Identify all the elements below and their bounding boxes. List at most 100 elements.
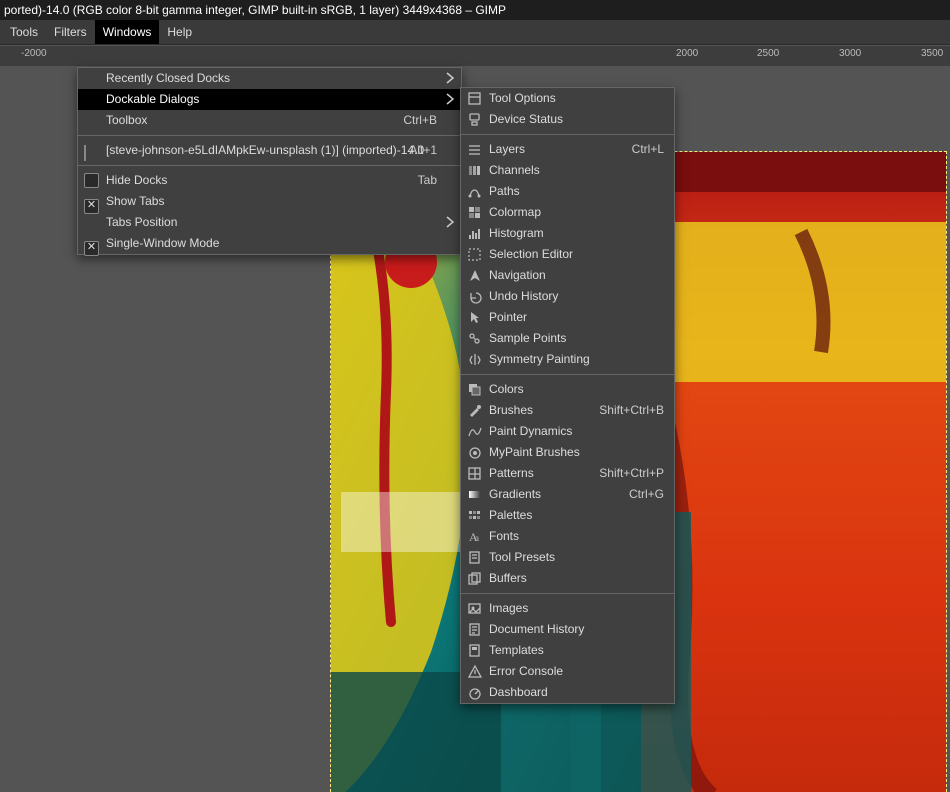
menu-item-single-window-mode[interactable]: Single-Window Mode: [78, 233, 461, 254]
dialog-item-selection-editor[interactable]: Selection Editor: [461, 244, 674, 265]
menu-filters[interactable]: Filters: [46, 20, 95, 44]
dialog-item-histogram[interactable]: Histogram: [461, 223, 674, 244]
dialog-item-label: Navigation: [489, 268, 546, 282]
image-thumbnail-icon: [84, 143, 98, 157]
dialog-item-templates[interactable]: Templates: [461, 640, 674, 661]
dialog-item-paths[interactable]: Paths: [461, 181, 674, 202]
ruler-tick: 3000: [839, 48, 861, 59]
shortcut-label: Ctrl+L: [632, 139, 664, 160]
dialog-item-document-history[interactable]: Document History: [461, 619, 674, 640]
gradients-icon: [467, 487, 482, 502]
dialog-item-gradients[interactable]: Gradients Ctrl+G: [461, 484, 674, 505]
menu-separator: [78, 135, 461, 136]
device-icon: [467, 112, 482, 127]
menu-item-label: Hide Docks: [106, 173, 167, 187]
dialog-item-dashboard[interactable]: Dashboard: [461, 682, 674, 703]
dialog-item-sample-points[interactable]: Sample Points: [461, 328, 674, 349]
dialog-item-images[interactable]: Images: [461, 598, 674, 619]
dialog-item-label: Templates: [489, 643, 544, 657]
layers-icon: [467, 142, 482, 157]
menu-item-tabs-position[interactable]: Tabs Position: [78, 212, 461, 233]
menu-tools[interactable]: Tools: [2, 20, 46, 44]
menu-item-open-image-window[interactable]: [steve-johnson-e5LdIAMpkEw-unsplash (1)]…: [78, 140, 461, 161]
checkbox-icon: [84, 236, 98, 250]
paths-icon: [467, 184, 482, 199]
chevron-right-icon: [445, 216, 455, 228]
dialog-item-palettes[interactable]: Palettes: [461, 505, 674, 526]
dialog-item-colormap[interactable]: Colormap: [461, 202, 674, 223]
window-title: ported)-14.0 (RGB color 8-bit gamma inte…: [0, 0, 950, 20]
svg-text:a: a: [475, 533, 479, 543]
menu-item-recently-closed-docks[interactable]: Recently Closed Docks: [78, 68, 461, 89]
fonts-icon: Aa: [467, 529, 482, 544]
menu-item-hide-docks[interactable]: Hide DocksTab: [78, 170, 461, 191]
dialog-item-label: Layers: [489, 142, 525, 156]
dialog-item-mypaint-brushes[interactable]: MyPaint Brushes: [461, 442, 674, 463]
menu-item-label: Single-Window Mode: [106, 236, 219, 250]
dialog-item-label: Error Console: [489, 664, 563, 678]
dialog-item-undo-history[interactable]: Undo History: [461, 286, 674, 307]
dashboard-icon: [467, 685, 482, 700]
menu-item-show-tabs[interactable]: Show Tabs: [78, 191, 461, 212]
brush-icon: [467, 403, 482, 418]
menu-item-label: [steve-johnson-e5LdIAMpkEw-unsplash (1)]…: [106, 143, 424, 157]
dialog-item-label: Paint Dynamics: [489, 424, 572, 438]
checkbox-icon: [84, 173, 98, 187]
dialog-item-buffers[interactable]: Buffers: [461, 568, 674, 589]
dialog-item-label: Pointer: [489, 310, 527, 324]
undo-icon: [467, 289, 482, 304]
menu-item-label: Recently Closed Docks: [106, 71, 230, 85]
shortcut-label: Shift+Ctrl+B: [599, 400, 664, 421]
dialog-item-channels[interactable]: Channels: [461, 160, 674, 181]
symmetry-icon: [467, 352, 482, 367]
dialog-item-colors[interactable]: Colors: [461, 379, 674, 400]
dialog-item-error-console[interactable]: Error Console: [461, 661, 674, 682]
navigation-icon: [467, 268, 482, 283]
dialog-item-label: Sample Points: [489, 331, 566, 345]
dialog-item-label: Paths: [489, 184, 520, 198]
menu-item-toolbox[interactable]: ToolboxCtrl+B: [78, 110, 461, 131]
ruler-tick: 2500: [757, 48, 779, 59]
colormap-icon: [467, 205, 482, 220]
menu-windows[interactable]: Windows: [95, 20, 160, 44]
dialog-item-label: Brushes: [489, 403, 533, 417]
dialog-item-tool-options[interactable]: Tool Options: [461, 88, 674, 109]
dockable-dialogs-submenu: Tool Options Device Status Layers Ctrl+L Cha…: [460, 87, 675, 704]
menu-item-dockable-dialogs[interactable]: Dockable Dialogs: [78, 89, 461, 110]
dialog-item-label: Fonts: [489, 529, 519, 543]
dialog-item-pointer[interactable]: Pointer: [461, 307, 674, 328]
templates-icon: [467, 643, 482, 658]
dialog-item-label: Colormap: [489, 205, 541, 219]
error-icon: [467, 664, 482, 679]
ruler-tick: 3500: [921, 48, 943, 59]
dialog-item-label: Palettes: [489, 508, 532, 522]
checkbox-icon: [84, 194, 98, 208]
dialog-item-label: Buffers: [489, 571, 527, 585]
patterns-icon: [467, 466, 482, 481]
dialog-item-patterns[interactable]: PatternsShift+Ctrl+P: [461, 463, 674, 484]
dialog-item-label: Channels: [489, 163, 540, 177]
dialog-item-paint-dynamics[interactable]: Paint Dynamics: [461, 421, 674, 442]
dynamics-icon: [467, 424, 482, 439]
dialog-item-tool-presets[interactable]: Tool Presets: [461, 547, 674, 568]
menubar: ToolsFiltersWindowsHelp: [0, 20, 950, 45]
dialog-item-symmetry-painting[interactable]: Symmetry Painting: [461, 349, 674, 370]
dialog-item-device-status[interactable]: Device Status: [461, 109, 674, 130]
dialog-item-label: Gradients: [489, 487, 541, 501]
images-icon: [467, 601, 482, 616]
shortcut-label: Ctrl+B: [403, 110, 437, 131]
dialog-item-navigation[interactable]: Navigation: [461, 265, 674, 286]
dialog-item-label: Undo History: [489, 289, 558, 303]
menu-help[interactable]: Help: [159, 20, 200, 44]
dialog-item-label: Colors: [489, 382, 524, 396]
dialog-item-fonts[interactable]: Aa Fonts: [461, 526, 674, 547]
mypaint-icon: [467, 445, 482, 460]
dialog-item-layers[interactable]: Layers Ctrl+L: [461, 139, 674, 160]
dialog-item-label: Device Status: [489, 112, 563, 126]
shortcut-label: Ctrl+G: [629, 484, 664, 505]
palettes-icon: [467, 508, 482, 523]
chevron-right-icon: [445, 72, 455, 84]
dialog-item-brushes[interactable]: Brushes Shift+Ctrl+B: [461, 400, 674, 421]
pointer-icon: [467, 310, 482, 325]
menu-separator: [461, 134, 674, 135]
